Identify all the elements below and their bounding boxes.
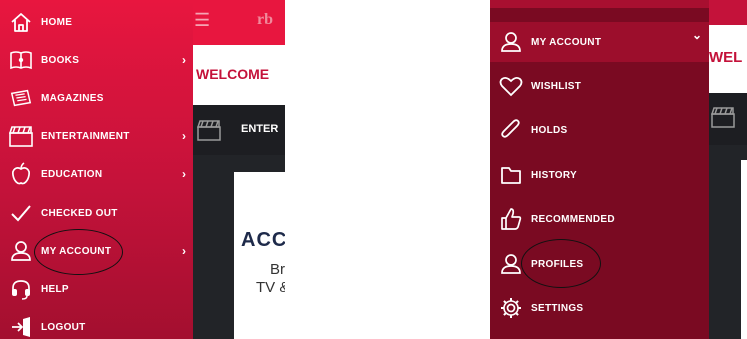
- welcome-banner: WELCOME: [193, 45, 285, 105]
- user-icon: [9, 239, 33, 263]
- card-title: ACC: [241, 229, 285, 251]
- menu-top-edge: [490, 0, 709, 8]
- welcome-text: WEL: [709, 49, 743, 66]
- menu-item-label: PROFILES: [531, 258, 584, 270]
- entertainment-section-header[interactable]: ENTER: [193, 105, 285, 155]
- chevron-right-icon: ›: [182, 167, 186, 181]
- menu-item-label: HISTORY: [531, 169, 577, 181]
- right-screenshot: WEL MY ACCOUNT ⌄ WISHLIST HOLDS HISTORY …: [490, 0, 747, 339]
- card-text-line-2: TV &: [256, 279, 285, 296]
- menu-item-magazines[interactable]: MAGAZINES: [0, 79, 193, 117]
- book-icon: [9, 48, 33, 72]
- menu-item-books[interactable]: BOOKS ›: [0, 41, 193, 79]
- thumbs-up-icon: [499, 207, 523, 231]
- entertainment-section-header[interactable]: [709, 93, 747, 145]
- chevron-right-icon: ›: [182, 129, 186, 143]
- paperclip-icon: [499, 118, 523, 142]
- menu-item-history[interactable]: HISTORY: [490, 155, 709, 195]
- clapperboard-icon: [197, 120, 221, 141]
- menu-item-label: ENTERTAINMENT: [41, 130, 130, 142]
- menu-item-checked-out[interactable]: CHECKED OUT: [0, 194, 193, 232]
- menu-item-label: MY ACCOUNT: [41, 245, 112, 257]
- menu-item-label: HOLDS: [531, 124, 568, 136]
- menu-item-label: SETTINGS: [531, 302, 584, 314]
- card-text-line-1: Br: [270, 261, 285, 278]
- app-background: WEL: [709, 0, 747, 339]
- app-topbar: ☰ rb: [193, 0, 285, 45]
- menu-item-entertainment[interactable]: ENTERTAINMENT ›: [0, 117, 193, 155]
- menu-item-label: LOGOUT: [41, 321, 86, 333]
- welcome-text: WELCOME: [196, 66, 270, 82]
- app-background: ☰ rb WELCOME ENTER ACC Br TV &: [193, 0, 285, 339]
- menu-item-label: RECOMMENDED: [531, 213, 615, 225]
- folder-icon: [499, 163, 523, 187]
- menu-item-holds[interactable]: HOLDS: [490, 110, 709, 150]
- menu-item-profiles[interactable]: PROFILES: [490, 244, 709, 284]
- menu-item-settings[interactable]: SETTINGS: [490, 288, 709, 328]
- clapperboard-icon: [9, 124, 33, 148]
- hamburger-icon[interactable]: ☰: [194, 10, 210, 31]
- left-navigation-menu: HOME BOOKS › MAGAZINES ENTERTAINMENT › E…: [0, 0, 193, 339]
- menu-item-help[interactable]: HELP: [0, 270, 193, 308]
- headset-icon: [9, 277, 33, 301]
- menu-item-my-account[interactable]: MY ACCOUNT ›: [0, 232, 193, 270]
- menu-item-wishlist[interactable]: WISHLIST: [490, 66, 709, 106]
- menu-item-label: HELP: [41, 283, 69, 295]
- app-topbar: [709, 0, 747, 25]
- user-icon: [499, 252, 523, 276]
- menu-item-logout[interactable]: LOGOUT: [0, 308, 193, 339]
- chevron-right-icon: ›: [182, 244, 186, 258]
- promo-card[interactable]: ACC Br TV &: [234, 172, 285, 339]
- menu-item-my-account[interactable]: MY ACCOUNT ⌄: [490, 22, 709, 62]
- menu-item-label: EDUCATION: [41, 168, 103, 180]
- menu-item-home[interactable]: HOME: [0, 3, 193, 41]
- app-logo: rb: [257, 11, 273, 28]
- menu-item-education[interactable]: EDUCATION ›: [0, 155, 193, 193]
- menu-item-label: WISHLIST: [531, 80, 582, 92]
- user-icon: [499, 30, 523, 54]
- apple-icon: [9, 162, 33, 186]
- menu-item-label: CHECKED OUT: [41, 207, 118, 219]
- menu-item-label: HOME: [41, 16, 73, 28]
- promo-card[interactable]: [741, 160, 747, 339]
- heart-icon: [499, 74, 523, 98]
- clapperboard-icon: [711, 107, 735, 128]
- checkmark-icon: [9, 201, 33, 225]
- chevron-right-icon: ›: [182, 53, 186, 67]
- menu-item-label: MAGAZINES: [41, 92, 104, 104]
- account-submenu: MY ACCOUNT ⌄ WISHLIST HOLDS HISTORY RECO…: [490, 0, 709, 339]
- chevron-down-icon: ⌄: [691, 28, 702, 42]
- home-icon: [9, 10, 33, 34]
- left-screenshot: ☰ rb WELCOME ENTER ACC Br TV & HOME: [0, 0, 285, 339]
- magazine-icon: [9, 86, 33, 110]
- section-title: ENTER: [241, 123, 279, 135]
- logout-icon: [9, 315, 33, 339]
- gear-icon: [499, 296, 523, 320]
- menu-item-label: BOOKS: [41, 54, 80, 66]
- menu-item-label: MY ACCOUNT: [531, 36, 602, 48]
- menu-item-recommended[interactable]: RECOMMENDED: [490, 199, 709, 239]
- welcome-banner: WEL: [709, 25, 747, 93]
